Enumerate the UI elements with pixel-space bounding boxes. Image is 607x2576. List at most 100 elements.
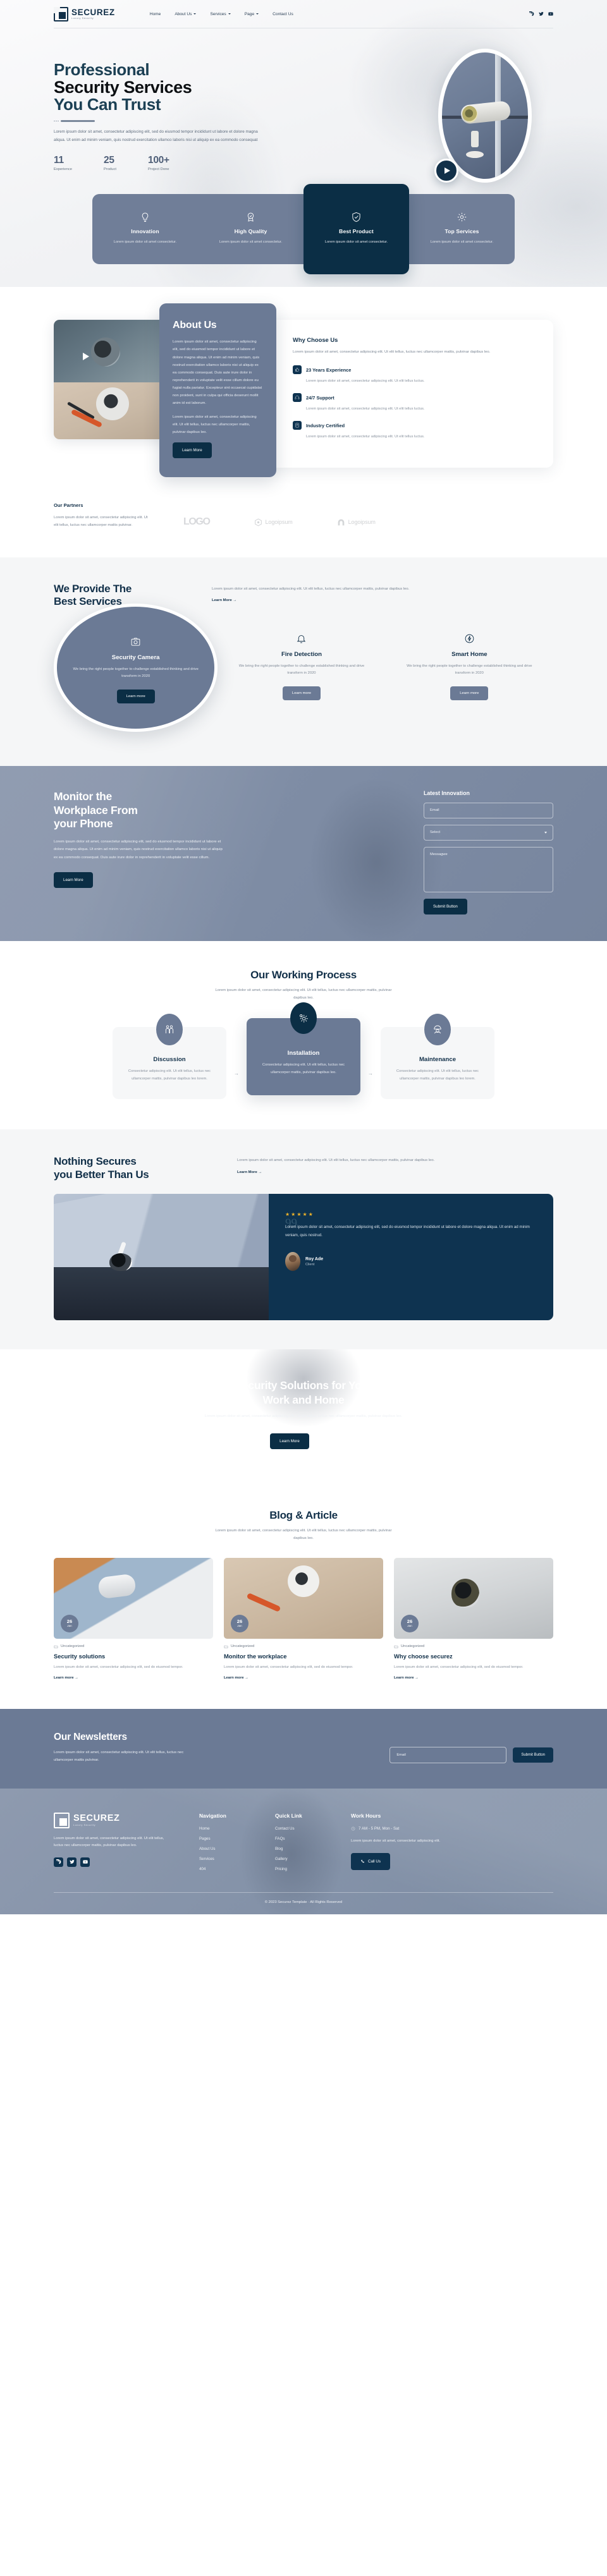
nav-label: Services (210, 11, 226, 16)
nav-item-about-us[interactable]: About Us (175, 12, 197, 16)
stat-product: 25 Product (104, 155, 116, 171)
stat-value: 100+ (148, 154, 169, 166)
email-field[interactable]: Email (424, 802, 553, 818)
testimonial-learn-more-link[interactable]: Learn More → (237, 1170, 262, 1174)
feature-card-best-product[interactable]: Best Product Lorem ipsum dolor sit amet … (304, 184, 409, 275)
footer-link-pages[interactable]: Pages (199, 1837, 275, 1841)
service-learn-more-button[interactable]: Learn more (450, 686, 489, 700)
message-textarea[interactable]: Messagwe (424, 846, 553, 892)
footer-link-faqs[interactable]: FAQs (275, 1837, 351, 1841)
process-step-discussion[interactable]: Discussion Consectetur adipiscing elit. … (113, 1014, 226, 1099)
blog-title: Why choose securez (394, 1652, 453, 1660)
facebook-icon[interactable] (54, 1857, 63, 1867)
footer-hours-note: Lorem ipsum dolor sit amet, consectetur … (351, 1838, 441, 1843)
facebook-icon[interactable] (529, 11, 534, 16)
page-title: Professional Security Services You Can T… (54, 61, 307, 113)
feature-card-top-services[interactable]: Top Services Lorem ipsum dolor sit amet … (409, 194, 515, 264)
cta-play-button[interactable] (316, 1431, 337, 1452)
why-title: 23 Years Experience (306, 367, 352, 373)
newsletter-paragraph: Lorem ipsum dolor sit amet, consectetur … (54, 1750, 184, 1762)
headset-icon (293, 393, 302, 403)
hero-section: SECUREZ Luxury Security Home About Us Se… (0, 0, 607, 288)
blog-card-monitor-the-workplace[interactable]: 26 Jan Uncategorized Monitor the workpla… (224, 1557, 383, 1680)
about-image (54, 320, 171, 440)
hero: Professional Security Services You Can T… (0, 28, 607, 197)
blog-day: 26 (66, 1618, 73, 1624)
logo-mark-icon (54, 6, 68, 21)
submit-button[interactable]: Submit Button (424, 898, 467, 914)
blog-thumbnail: 26 Jan (224, 1557, 383, 1639)
testimonial-heading: Nothing Secures you Better Than Us (54, 1155, 237, 1182)
why-choose-us-card: Why Choose Us Lorem ipsum dolor sit amet… (270, 320, 553, 468)
newsletter-section: Our Newsletters Lorem ipsum dolor sit am… (0, 1708, 607, 1789)
process-step-desc: Consectetur adipiscing elit. Ut elit tel… (128, 1069, 211, 1081)
service-card-security-camera[interactable]: Security Camera We bring the right peopl… (54, 604, 218, 732)
why-desc: Lorem ipsum dolor sit amet, consectetur … (306, 379, 425, 384)
newsletter-heading: Our Newsletters (54, 1731, 127, 1742)
testimonial-paragraph: Lorem ipsum dolor sit amet, consectetur … (237, 1158, 435, 1162)
footer-work-hours-column: Work Hours 7 AM - 5 PM, Mon - Sat Lorem … (351, 1813, 465, 1877)
working-process-section: Our Working Process Lorem ipsum dolor si… (0, 940, 607, 1129)
blog-learn-more-link[interactable]: Learn more → (394, 1676, 553, 1680)
hero-play-button[interactable] (434, 159, 458, 183)
about-learn-more-button[interactable]: Learn More (173, 442, 212, 459)
nav-item-home[interactable]: Home (150, 12, 161, 16)
newsletter-email-input[interactable]: Email (389, 1746, 507, 1763)
logo-tagline: Luxury Security (71, 16, 94, 20)
nav-item-page[interactable]: Page (245, 12, 259, 16)
footer-hours-text: 7 AM - 5 PM, Mon - Sat (359, 1826, 400, 1831)
process-step-installation[interactable]: Installation Consectetur adipiscing elit… (247, 1002, 360, 1095)
play-icon (445, 167, 450, 174)
hero-line-2: Security Services (54, 78, 192, 97)
service-learn-more-button[interactable]: Learn more (116, 689, 155, 703)
latest-innovation-form: Latest Innovation Email Select Messagwe … (424, 790, 553, 914)
why-title: Industry Certified (306, 422, 345, 428)
blog-month: Jan (407, 1624, 412, 1628)
twitter-icon[interactable] (67, 1857, 77, 1867)
service-card-fire-detection[interactable]: Fire Detection We bring the right people… (218, 620, 385, 712)
blog-card-security-solutions[interactable]: 26 Jan Uncategorized Security solutions … (54, 1557, 213, 1680)
call-us-button[interactable]: Call Us (351, 1853, 390, 1871)
service-learn-more-button[interactable]: Learn more (282, 686, 321, 700)
footer-link-contact-us[interactable]: Contact Us (275, 1826, 351, 1831)
about-play-icon[interactable] (83, 353, 89, 361)
stat-experience: 11 Experience (54, 155, 72, 171)
footer-link-pricing[interactable]: Pricing (275, 1867, 351, 1871)
newsletter-submit-button[interactable]: Submit Button (513, 1747, 553, 1763)
testimonial-heading-line-2: you Better Than Us (54, 1169, 149, 1181)
form-title: Latest Innovation (424, 789, 470, 796)
service-card-smart-home[interactable]: Smart Home We bring the right people tog… (386, 620, 553, 712)
services-learn-more-link[interactable]: Learn More → (212, 598, 236, 602)
folder-icon (54, 1645, 58, 1648)
footer-link-404[interactable]: 404 (199, 1867, 275, 1871)
footer-link-blog[interactable]: Blog (275, 1847, 351, 1851)
monitor-learn-more-button[interactable]: Learn More (54, 872, 93, 888)
twitter-icon[interactable] (539, 11, 544, 16)
footer-link-services[interactable]: Services (199, 1857, 275, 1861)
footer-link-gallery[interactable]: Gallery (275, 1857, 351, 1861)
blog-category: Uncategorized (54, 1644, 213, 1649)
blog-learn-more-link[interactable]: Learn more → (224, 1676, 383, 1680)
youtube-icon[interactable] (80, 1857, 90, 1867)
why-item-experience: 23 Years Experience Lorem ipsum dolor si… (293, 365, 538, 385)
process-step-title: Discussion (153, 1056, 186, 1064)
cta-learn-more-button[interactable]: Learn More (270, 1433, 309, 1449)
footer-link-home[interactable]: Home (199, 1826, 275, 1831)
page-root: SECUREZ Luxury Security Home About Us Se… (0, 0, 607, 1914)
footer-link-about-us[interactable]: About Us (199, 1847, 275, 1851)
youtube-icon[interactable] (548, 11, 553, 16)
nav-item-contact-us[interactable]: Contact Us (273, 12, 293, 16)
blog-card-why-choose-securez[interactable]: 26 Jan Uncategorized Why choose securez … (394, 1557, 553, 1680)
feature-card-high-quality[interactable]: High Quality Lorem ipsum dolor sit amet … (198, 194, 304, 264)
feature-card-innovation[interactable]: Innovation Lorem ipsum dolor sit amet co… (92, 194, 198, 264)
site-logo[interactable]: SECUREZ Luxury Security (54, 6, 115, 21)
footer-logo[interactable]: SECUREZ Luxury Security (54, 1812, 199, 1828)
blog-learn-more-link[interactable]: Learn more → (54, 1676, 213, 1680)
process-step-maintenance[interactable]: Maintenance Consectetur adipiscing elit.… (381, 1014, 494, 1099)
nav-item-services[interactable]: Services (210, 11, 231, 16)
stat-label: Product (104, 167, 116, 171)
partner-logo-3: Logoipsum (337, 518, 376, 527)
partner-logo-2: Logoipsum (254, 518, 293, 527)
select-field[interactable]: Select (424, 824, 553, 841)
feature-cards-section: Innovation Lorem ipsum dolor sit amet co… (0, 184, 607, 287)
